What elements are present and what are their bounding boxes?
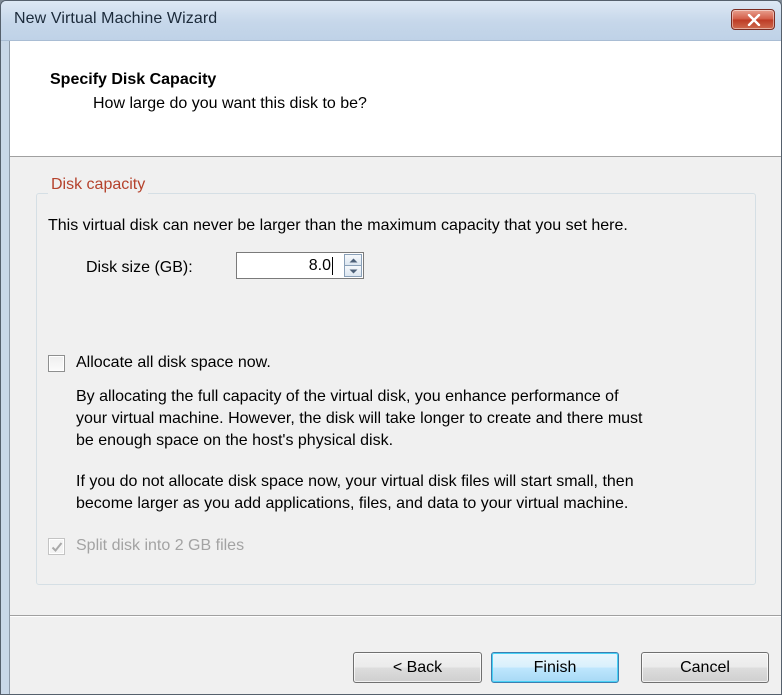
explanation-line: become larger as you add applications, f… [76,495,629,512]
explanation-line: be enough space on the host's physical d… [76,432,394,449]
explanation-line: By allocating the full capacity of the v… [76,388,619,405]
chevron-up-icon [349,258,358,263]
window-title: New Virtual Machine Wizard [14,10,218,27]
disk-capacity-description: This virtual disk can never be larger th… [48,217,628,234]
allocate-all-label[interactable]: Allocate all disk space now. [76,354,271,372]
wizard-window: New Virtual Machine Wizard Specify Disk … [0,0,782,695]
chevron-down-icon [349,269,358,274]
split-disk-label: Split disk into 2 GB files [76,537,245,554]
close-button[interactable] [731,9,775,30]
spin-down-button[interactable] [344,265,362,277]
cancel-button[interactable]: Cancel [641,652,769,683]
page-subtitle: How large do you want this disk to be? [93,95,367,112]
title-bar[interactable]: New Virtual Machine Wizard [1,1,781,41]
wizard-header: Specify Disk Capacity How large do you w… [10,41,781,157]
back-button[interactable]: < Back [353,652,482,683]
footer-divider [10,615,781,617]
allocate-all-checkbox[interactable] [48,355,65,372]
text-caret [332,257,333,275]
explanation-line: If you do not allocate disk space now, y… [76,473,634,490]
disk-capacity-group-label: Disk capacity [48,176,149,194]
split-disk-checkbox [48,538,65,555]
wizard-body: Specify Disk Capacity How large do you w… [9,41,781,694]
checkmark-icon [51,542,63,552]
disk-size-spinbox[interactable]: 8.0 [236,252,364,279]
allocate-explanation: By allocating the full capacity of the v… [76,386,643,452]
page-title: Specify Disk Capacity [50,71,217,88]
finish-button[interactable]: Finish [491,652,619,683]
no-allocate-explanation: If you do not allocate disk space now, y… [76,471,634,515]
explanation-line: your virtual machine. However, the disk … [76,410,643,427]
disk-size-label: Disk size (GB): [86,259,193,276]
disk-size-input[interactable]: 8.0 [309,257,331,275]
close-icon [747,14,761,26]
